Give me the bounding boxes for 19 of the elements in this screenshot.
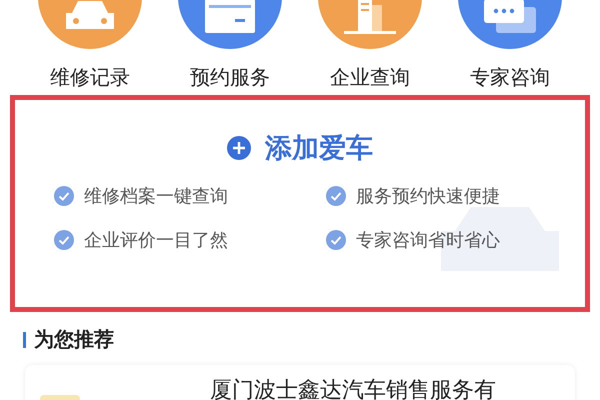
recommend-card[interactable]: 厦门波士鑫达汽车销售服务有 [25,365,575,400]
add-icon[interactable] [227,136,251,160]
section-heading: 为您推荐 [34,326,114,353]
chat-icon [482,0,538,35]
feature-text: 专家咨询省时省心 [356,229,500,252]
shortcut-label[interactable]: 维修记录 [50,64,130,91]
shortcut-label[interactable]: 预约服务 [190,64,270,91]
feature-text: 维修档案一键查询 [84,185,228,208]
shortcut-label[interactable]: 专家咨询 [470,64,550,91]
feature-text: 服务预约快速便捷 [356,185,500,208]
calendar-icon [205,0,255,35]
business-name: 厦门波士鑫达汽车销售服务有 [210,377,496,400]
check-icon [54,186,74,206]
check-icon [54,230,74,250]
check-icon [326,186,346,206]
feature-text: 企业评价一目了然 [84,229,228,252]
shortcut-label[interactable]: 企业查询 [330,64,410,91]
check-icon [326,230,346,250]
add-car-title[interactable]: 添加爱车 [265,130,373,166]
